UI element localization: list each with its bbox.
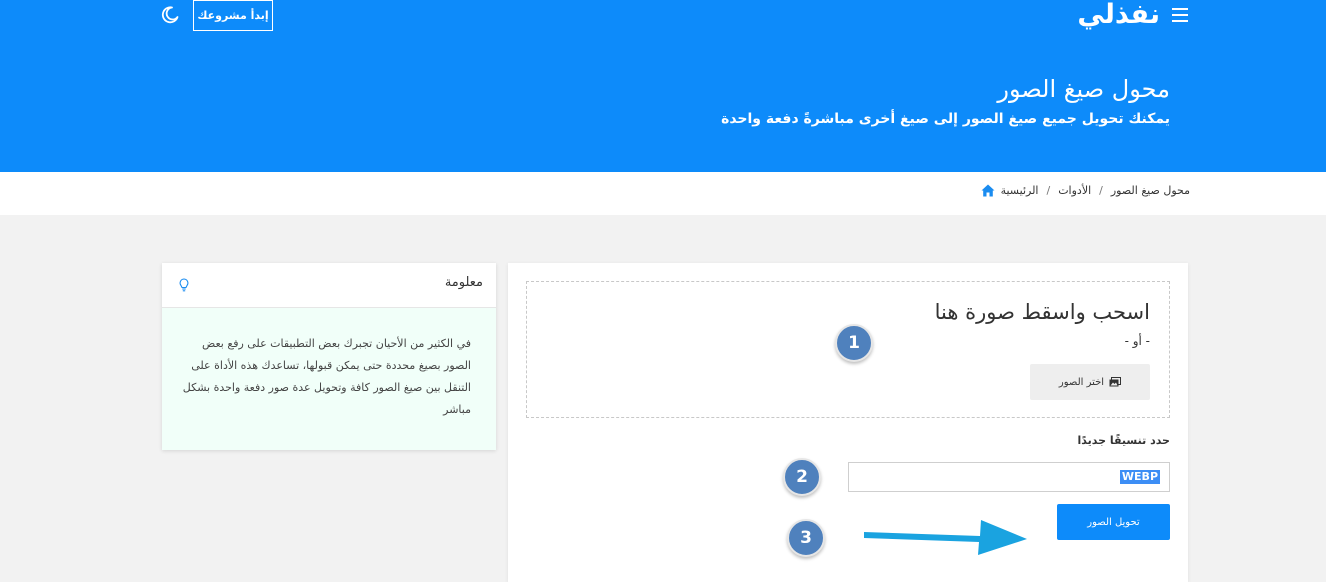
breadcrumb-tools[interactable]: الأدوات [1058,184,1091,197]
breadcrumb-bar: الرئيسية / الأدوات / محول صيغ الصور [0,172,1326,215]
hamburger-menu-icon[interactable] [1172,8,1188,22]
choose-images-label: اختر الصور [1058,376,1105,388]
images-icon [1109,377,1122,387]
step-badge-1: 1 [835,324,873,362]
info-card-header: معلومة [162,263,496,308]
page-title: محول صيغ الصور [997,75,1170,103]
moon-icon[interactable] [160,5,180,25]
pointer-arrow-icon [864,520,1027,555]
format-input[interactable]: WEBP [848,462,1170,492]
start-project-button[interactable]: إبدأ مشروعك [193,0,273,31]
site-logo[interactable]: نفذلي [1074,0,1160,32]
drop-title: اسحب واسقط صورة هنا [934,300,1150,324]
breadcrumb-current: محول صيغ الصور [1110,184,1190,197]
breadcrumb-separator: / [1099,184,1103,197]
lightbulb-icon [179,278,189,292]
info-text: في الكثير من الأحيان تجبرك بعض التطبيقات… [182,337,471,416]
format-label: حدد تنسيقًا جديدًا [1077,434,1170,447]
choose-images-button[interactable]: اختر الصور [1030,364,1150,400]
page-subtitle: يمكنك تحويل جميع صيغ الصور إلى صيغ أخرى … [721,111,1170,127]
breadcrumb-home[interactable]: الرئيسية [1001,184,1039,197]
info-card: معلومة في الكثير من الأحيان تجبرك بعض ال… [162,263,496,450]
breadcrumb: الرئيسية / الأدوات / محول صيغ الصور [981,184,1190,197]
hero-banner: نفذلي إبدأ مشروعك محول صيغ الصور يمكنك ت… [0,0,1326,172]
converter-card: اسحب واسقط صورة هنا - أو - اختر الصور حد… [508,263,1188,582]
format-value: WEBP [1119,470,1160,484]
convert-images-button[interactable]: تحويل الصور [1057,504,1170,540]
drop-or-text: - أو - [1124,334,1150,348]
home-icon[interactable] [981,184,995,197]
step-badge-3: 3 [787,519,825,557]
info-title: معلومة [444,275,483,290]
breadcrumb-separator: / [1046,184,1051,197]
step-badge-2: 2 [783,458,821,496]
